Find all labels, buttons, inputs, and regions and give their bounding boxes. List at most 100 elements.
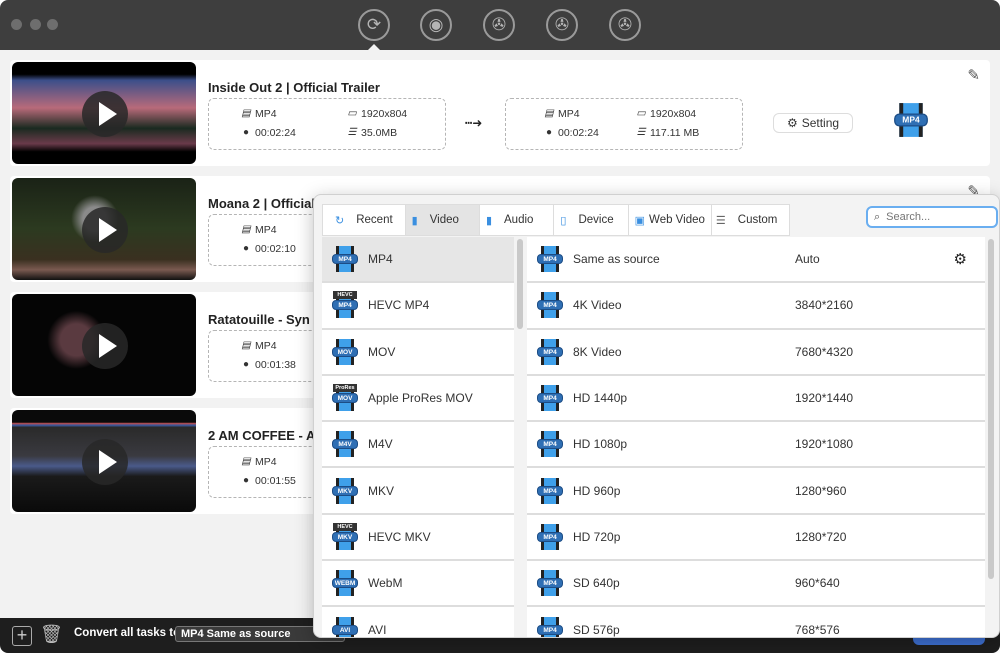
monitor-icon: ▭ bbox=[347, 108, 357, 119]
mp4-format-icon: MP4 bbox=[894, 103, 928, 137]
preset-item[interactable]: MP4 8K Video 7680*4320 bbox=[527, 329, 985, 376]
source-info: ▤ MP4 ▭ 1920x804 ● 00:02:24 ☰ 35.0MB bbox=[208, 98, 446, 150]
format-item[interactable]: MKV MKV bbox=[322, 468, 514, 515]
video-thumbnail[interactable] bbox=[12, 294, 196, 396]
mkv-format-icon: MKV bbox=[332, 477, 358, 504]
add-file-button[interactable]: + bbox=[12, 626, 32, 646]
recent-icon: ↻ bbox=[335, 214, 345, 227]
search-input[interactable] bbox=[886, 211, 977, 223]
m4v-format-icon: M4V bbox=[332, 431, 358, 458]
film-download-icon[interactable]: ✇ bbox=[483, 9, 515, 41]
tab-video[interactable]: ▮ Video bbox=[405, 205, 480, 235]
video-thumbnail[interactable] bbox=[12, 178, 196, 280]
film-icon: ▤ bbox=[544, 108, 554, 119]
setting-button[interactable]: ⚙ Setting bbox=[773, 113, 853, 133]
preset-label: HD 1440p bbox=[573, 391, 628, 406]
preset-label: Same as source bbox=[573, 252, 660, 267]
tab-web-video[interactable]: ▣ Web Video bbox=[629, 205, 712, 235]
play-icon[interactable] bbox=[82, 207, 128, 253]
preset-resolution: Auto bbox=[795, 252, 820, 267]
preset-item[interactable]: MP4 SD 576p 768*576 bbox=[527, 607, 985, 637]
mp4-format-icon: MP4 bbox=[537, 570, 563, 597]
tab-custom[interactable]: ☰ Custom bbox=[712, 205, 790, 235]
preset-list-scrollbar[interactable] bbox=[988, 239, 994, 579]
preset-label: SD 640p bbox=[573, 576, 620, 591]
play-icon[interactable] bbox=[82, 439, 128, 485]
search-box[interactable]: ⌕ bbox=[866, 206, 998, 228]
tab-audio[interactable]: ▮ Audio bbox=[480, 205, 555, 235]
preset-item[interactable]: MP4 HD 720p 1280*720 bbox=[527, 514, 985, 562]
format-label: AVI bbox=[368, 622, 387, 637]
convert-icon[interactable]: ⟳ bbox=[358, 9, 390, 41]
tab-label: Custom bbox=[737, 214, 778, 226]
setting-label: Setting bbox=[801, 116, 840, 130]
format-item[interactable]: M4V M4V bbox=[322, 422, 514, 469]
source-format: MP4 bbox=[255, 108, 277, 120]
output-format: MP4 bbox=[558, 108, 580, 120]
clock-icon: ● bbox=[242, 475, 250, 486]
output-format-button[interactable]: MP4 bbox=[894, 103, 928, 138]
mp4-format-icon: MP4 bbox=[537, 523, 563, 550]
tab-device[interactable]: ▯ Device bbox=[554, 205, 629, 235]
clock-icon: ● bbox=[242, 127, 250, 138]
clock-icon: ● bbox=[242, 243, 250, 254]
video-thumbnail[interactable] bbox=[12, 410, 196, 512]
format-label: MKV bbox=[368, 483, 395, 498]
preset-list: MP4 Same as source Auto ⚙ MP4 4K Video 3840*21… bbox=[527, 237, 985, 637]
preset-item[interactable]: MP4 4K Video 3840*2160 bbox=[527, 283, 985, 330]
avi-format-icon: AVI bbox=[332, 616, 358, 637]
mp4-format-icon: MP4 bbox=[332, 246, 358, 273]
play-icon[interactable] bbox=[82, 91, 128, 137]
preset-label: 8K Video bbox=[573, 344, 622, 359]
video-thumbnail[interactable] bbox=[12, 62, 196, 164]
database-icon: ☰ bbox=[347, 127, 357, 138]
clock-icon: ● bbox=[242, 359, 250, 370]
film-icon: ▤ bbox=[241, 456, 251, 467]
film-edit-icon[interactable]: ✇ bbox=[546, 9, 578, 41]
preset-item[interactable]: MP4 SD 640p 960*640 bbox=[527, 561, 985, 608]
mov-format-icon: ProRes MOV bbox=[332, 384, 358, 412]
output-info: ▤ MP4 ▭ 1920x804 ● 00:02:24 ☰ 117.11 MB bbox=[505, 98, 743, 150]
minimize-window-button[interactable] bbox=[30, 19, 41, 30]
format-label: MOV bbox=[368, 344, 396, 359]
tab-label: Recent bbox=[356, 214, 393, 226]
edit-pencil-icon[interactable]: ✎ bbox=[967, 66, 980, 84]
format-item[interactable]: HEVC MKV HEVC MKV bbox=[322, 514, 514, 562]
tab-label: Web Video bbox=[649, 214, 705, 226]
tab-recent[interactable]: ↻ Recent bbox=[323, 205, 406, 235]
play-icon[interactable] bbox=[82, 323, 128, 369]
preset-item[interactable]: MP4 HD 1440p 1920*1440 bbox=[527, 375, 985, 423]
preset-item[interactable]: MP4 HD 1080p 1920*1080 bbox=[527, 422, 985, 469]
preset-item[interactable]: MP4 HD 960p 1280*960 bbox=[527, 468, 985, 515]
close-window-button[interactable] bbox=[11, 19, 22, 30]
format-list-scrollbar[interactable] bbox=[517, 239, 523, 329]
web-video-icon: ▣ bbox=[634, 214, 646, 227]
preset-label: 4K Video bbox=[573, 298, 622, 313]
preset-item[interactable]: MP4 Same as source Auto ⚙ bbox=[527, 237, 985, 284]
film-icon: ▤ bbox=[241, 108, 251, 119]
format-item[interactable]: HEVC MP4 HEVC MP4 bbox=[322, 283, 514, 330]
task-item[interactable]: Inside Out 2 | Official Trailer ▤ MP4 ▭ 19… bbox=[10, 60, 990, 166]
format-item[interactable]: MOV MOV bbox=[322, 329, 514, 376]
mp4-format-icon: HEVC MP4 bbox=[332, 291, 358, 319]
disc-convert-icon[interactable]: ◉ bbox=[420, 9, 452, 41]
preset-label: HD 960p bbox=[573, 483, 621, 498]
format-list: MP4 MP4 HEVC MP4 HEVC MP4 MOV MOV ProRes MOV Appl… bbox=[322, 237, 514, 637]
preset-resolution: 1280*960 bbox=[795, 483, 847, 498]
tab-label: Device bbox=[578, 214, 614, 226]
arrow-right-icon: ┅➜ bbox=[465, 116, 483, 130]
format-item[interactable]: AVI AVI bbox=[322, 607, 514, 637]
format-item[interactable]: WEBM WebM bbox=[322, 561, 514, 608]
trash-icon[interactable]: 🗑 bbox=[40, 624, 63, 645]
monitor-icon: ▭ bbox=[636, 108, 646, 119]
zoom-window-button[interactable] bbox=[47, 19, 58, 30]
format-item[interactable]: MP4 MP4 bbox=[322, 237, 514, 284]
preset-resolution: 768*576 bbox=[795, 622, 840, 637]
task-title: 2 AM COFFEE - A bbox=[208, 428, 316, 443]
film-tools-icon[interactable]: ✇ bbox=[609, 9, 641, 41]
source-duration: 00:02:24 bbox=[255, 127, 296, 139]
gear-icon[interactable]: ⚙ bbox=[954, 250, 967, 268]
source-resolution: 1920x804 bbox=[361, 108, 408, 120]
output-resolution: 1920x804 bbox=[650, 108, 697, 120]
format-item[interactable]: ProRes MOV Apple ProRes MOV bbox=[322, 375, 514, 423]
